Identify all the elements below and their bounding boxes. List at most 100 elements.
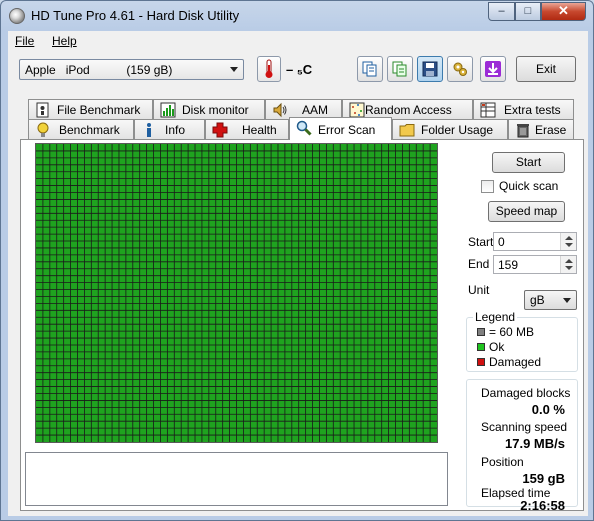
tab-random-access-label: Random Access xyxy=(365,103,452,117)
legend-title: Legend xyxy=(473,310,518,324)
tab-health[interactable]: Health xyxy=(205,119,289,139)
scan-controls: Start Quick scan Speed map Start 0 End 1… xyxy=(454,140,585,513)
random-access-icon xyxy=(349,102,365,118)
start-spinner[interactable] xyxy=(560,233,576,250)
magnifier-icon xyxy=(296,120,312,136)
end-spinner[interactable] xyxy=(560,256,576,273)
download-button[interactable] xyxy=(480,56,506,82)
speaker-icon xyxy=(273,102,287,118)
red-square-icon xyxy=(477,358,485,366)
thermometer-icon xyxy=(265,59,273,78)
damaged-blocks-label: Damaged blocks xyxy=(481,386,571,400)
title-bar[interactable]: HD Tune Pro 4.61 - Hard Disk Utility – □… xyxy=(1,1,593,31)
scan-grid xyxy=(36,144,437,442)
tab-extra-tests-label: Extra tests xyxy=(504,103,561,117)
copy-info-icon xyxy=(362,61,377,77)
scan-log-box[interactable] xyxy=(25,452,448,506)
tab-error-scan[interactable]: Error Scan xyxy=(289,117,392,140)
scan-block-map xyxy=(35,143,438,443)
tab-benchmark[interactable]: Benchmark xyxy=(28,119,134,139)
info-icon xyxy=(147,123,151,137)
speed-map-button[interactable]: Speed map xyxy=(488,201,565,222)
drive-select[interactable]: Apple iPod (159 gB) xyxy=(19,59,244,80)
window-title: HD Tune Pro 4.61 - Hard Disk Utility xyxy=(31,8,240,23)
scanning-speed-label: Scanning speed xyxy=(481,420,568,434)
legend-box: Legend = 60 MB Ok Damaged xyxy=(466,310,578,372)
save-icon xyxy=(422,61,438,77)
tab-file-benchmark[interactable]: File Benchmark xyxy=(28,99,153,119)
tab-benchmark-label: Benchmark xyxy=(59,123,120,137)
end-field-value: 159 xyxy=(498,258,519,272)
folder-icon xyxy=(399,124,415,137)
tab-folder-usage[interactable]: Folder Usage xyxy=(392,119,508,139)
tab-info-label: Info xyxy=(165,123,186,137)
tab-folder-usage-label: Folder Usage xyxy=(421,123,494,137)
download-icon xyxy=(485,61,501,77)
tab-erase-label: Erase xyxy=(535,123,567,137)
menu-file[interactable]: File xyxy=(15,34,34,48)
options-button[interactable] xyxy=(447,56,473,82)
tab-aam-label: AAM xyxy=(302,103,329,117)
app-window: HD Tune Pro 4.61 - Hard Disk Utility – □… xyxy=(0,0,594,521)
benchmark-icon xyxy=(37,122,49,137)
end-label: End xyxy=(468,257,490,271)
save-button[interactable] xyxy=(417,56,443,82)
file-benchmark-icon xyxy=(36,102,49,118)
damaged-blocks-value: 0.0 % xyxy=(531,402,565,417)
chevron-down-icon xyxy=(563,298,571,303)
app-disk-icon xyxy=(9,8,25,24)
elapsed-time-value: 2:16:58 xyxy=(520,498,565,513)
legend-ok-text: Ok xyxy=(489,340,505,354)
green-square-icon xyxy=(477,343,485,351)
start-button[interactable]: Start xyxy=(492,152,565,173)
tab-extra-tests[interactable]: Extra tests xyxy=(473,99,574,119)
trash-icon xyxy=(517,124,529,138)
start-field-value: 0 xyxy=(498,235,505,249)
toolbar: Apple iPod (159 gB) – ₅C Exit xyxy=(8,51,588,97)
start-label: Start xyxy=(468,235,494,249)
tab-health-label: Health xyxy=(242,123,277,137)
disk-monitor-icon xyxy=(160,102,176,118)
menu-file-label: File xyxy=(15,34,35,48)
tab-disk-monitor[interactable]: Disk monitor xyxy=(153,99,265,119)
copy-text-icon xyxy=(392,61,407,77)
end-field[interactable]: 159 xyxy=(493,255,577,274)
menu-bar: File Help xyxy=(8,31,588,51)
scan-stats-box: Damaged blocks 0.0 % Scanning speed 17.9… xyxy=(466,379,578,513)
thermometer-button[interactable] xyxy=(257,56,281,82)
tab-erase[interactable]: Erase xyxy=(508,119,574,139)
error-scan-panel: Start Quick scan Speed map Start 0 End 1… xyxy=(20,139,585,513)
copy-info-button[interactable] xyxy=(357,56,383,82)
exit-button[interactable]: Exit xyxy=(516,56,576,82)
tab-row-back: File Benchmark Disk monitor AAM Random A… xyxy=(20,99,574,119)
health-icon xyxy=(212,122,228,138)
options-icon xyxy=(453,62,467,76)
menu-help-label: Help xyxy=(52,34,77,48)
position-label: Position xyxy=(481,455,524,469)
chevron-down-icon xyxy=(230,67,238,72)
tab-error-scan-label: Error Scan xyxy=(318,123,376,137)
tab-aam[interactable]: AAM xyxy=(265,99,342,119)
quick-scan-label: Quick scan xyxy=(499,179,559,193)
legend-damaged-text: Damaged xyxy=(489,355,542,369)
gray-square-icon xyxy=(477,328,485,336)
extra-tests-icon xyxy=(480,102,496,118)
minimize-button[interactable]: – xyxy=(488,2,515,21)
client-area: File Help Apple iPod (159 gB) – ₅C Exit … xyxy=(8,31,588,516)
start-field[interactable]: 0 xyxy=(493,232,577,251)
unit-select-value: gB xyxy=(530,293,545,307)
tab-disk-monitor-label: Disk monitor xyxy=(182,103,249,117)
quick-scan-checkbox[interactable] xyxy=(481,180,494,193)
tab-file-benchmark-label: File Benchmark xyxy=(57,103,141,117)
unit-label: Unit xyxy=(468,283,490,297)
menu-help[interactable]: Help xyxy=(52,34,77,48)
scanning-speed-value: 17.9 MB/s xyxy=(505,436,565,451)
legend-block-size-text: = 60 MB xyxy=(489,325,535,339)
tab-random-access[interactable]: Random Access xyxy=(342,99,473,119)
copy-text-button[interactable] xyxy=(387,56,413,82)
unit-select[interactable]: gB xyxy=(524,290,577,310)
tab-info[interactable]: Info xyxy=(134,119,205,139)
temperature-readout: – ₅C xyxy=(286,62,313,77)
close-button[interactable]: ✕ xyxy=(541,2,586,21)
maximize-button[interactable]: □ xyxy=(515,2,541,21)
